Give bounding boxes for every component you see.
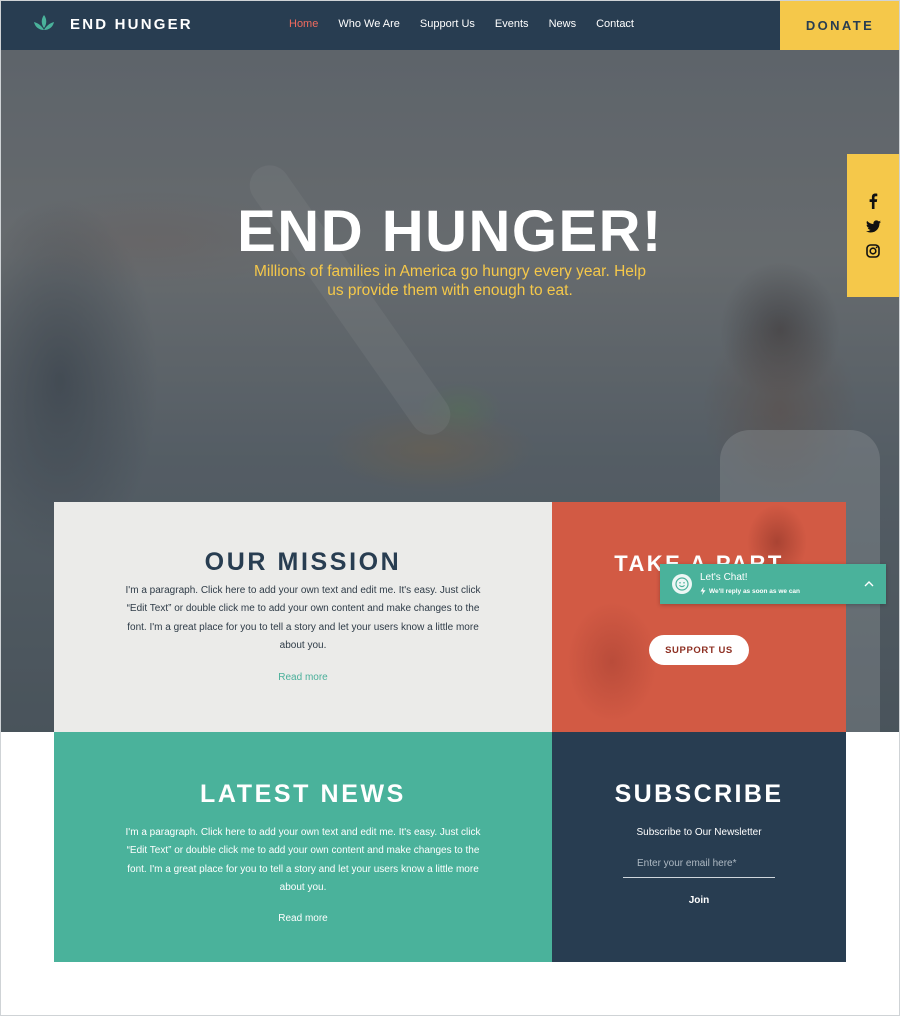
newsletter-label: Subscribe to Our Newsletter bbox=[636, 827, 762, 838]
smiley-icon bbox=[672, 574, 692, 594]
nav-who-we-are[interactable]: Who We Are bbox=[338, 18, 400, 30]
main-nav: Home Who We Are Support Us Events News C… bbox=[289, 18, 634, 30]
take-a-part-card: TAKE A PART SUPPORT US bbox=[552, 502, 846, 732]
support-us-button[interactable]: SUPPORT US bbox=[649, 635, 749, 665]
nav-support-us[interactable]: Support Us bbox=[420, 18, 475, 30]
latest-news-paragraph: I'm a paragraph. Click here to add your … bbox=[125, 827, 481, 893]
latest-news-read-more-link[interactable]: Read more bbox=[54, 913, 552, 924]
social-bar bbox=[847, 154, 900, 297]
brand-name[interactable]: END HUNGER bbox=[70, 16, 193, 33]
nav-news[interactable]: News bbox=[549, 18, 577, 30]
chat-subtitle: We'll reply as soon as we can bbox=[709, 587, 801, 595]
join-button[interactable]: Join bbox=[673, 892, 725, 908]
chevron-up-icon[interactable] bbox=[862, 577, 876, 591]
site-header: END HUNGER Home Who We Are Support Us Ev… bbox=[0, 0, 900, 50]
mission-title: OUR MISSION bbox=[204, 548, 402, 576]
hero-title: END HUNGER! bbox=[237, 199, 663, 264]
lightning-icon bbox=[700, 587, 706, 595]
donate-button[interactable]: DONATE bbox=[780, 0, 900, 50]
nav-events[interactable]: Events bbox=[495, 18, 529, 30]
subscribe-card: SUBSCRIBE Subscribe to Our Newsletter Jo… bbox=[552, 732, 846, 962]
chat-title: Let's Chat! bbox=[700, 572, 748, 583]
latest-news-title: LATEST NEWS bbox=[200, 780, 406, 808]
nav-home[interactable]: Home bbox=[289, 18, 318, 30]
subscribe-title: SUBSCRIBE bbox=[614, 780, 784, 808]
mission-read-more-link[interactable]: Read more bbox=[54, 672, 552, 683]
mission-card: OUR MISSION I'm a paragraph. Click here … bbox=[54, 502, 552, 732]
instagram-icon[interactable] bbox=[864, 242, 882, 260]
mission-paragraph: I'm a paragraph. Click here to add your … bbox=[125, 585, 481, 651]
leaf-logo-icon[interactable] bbox=[32, 12, 56, 36]
latest-news-card: LATEST NEWS I'm a paragraph. Click here … bbox=[54, 732, 552, 962]
facebook-icon[interactable] bbox=[864, 192, 882, 210]
chat-subtitle-row: We'll reply as soon as we can bbox=[700, 587, 800, 595]
nav-contact[interactable]: Contact bbox=[596, 18, 634, 30]
email-input[interactable] bbox=[623, 850, 775, 878]
chat-widget[interactable]: Let's Chat! We'll reply as soon as we ca… bbox=[660, 564, 886, 604]
hero-subtitle: Millions of families in America go hungr… bbox=[254, 263, 646, 299]
twitter-icon[interactable] bbox=[864, 217, 882, 235]
